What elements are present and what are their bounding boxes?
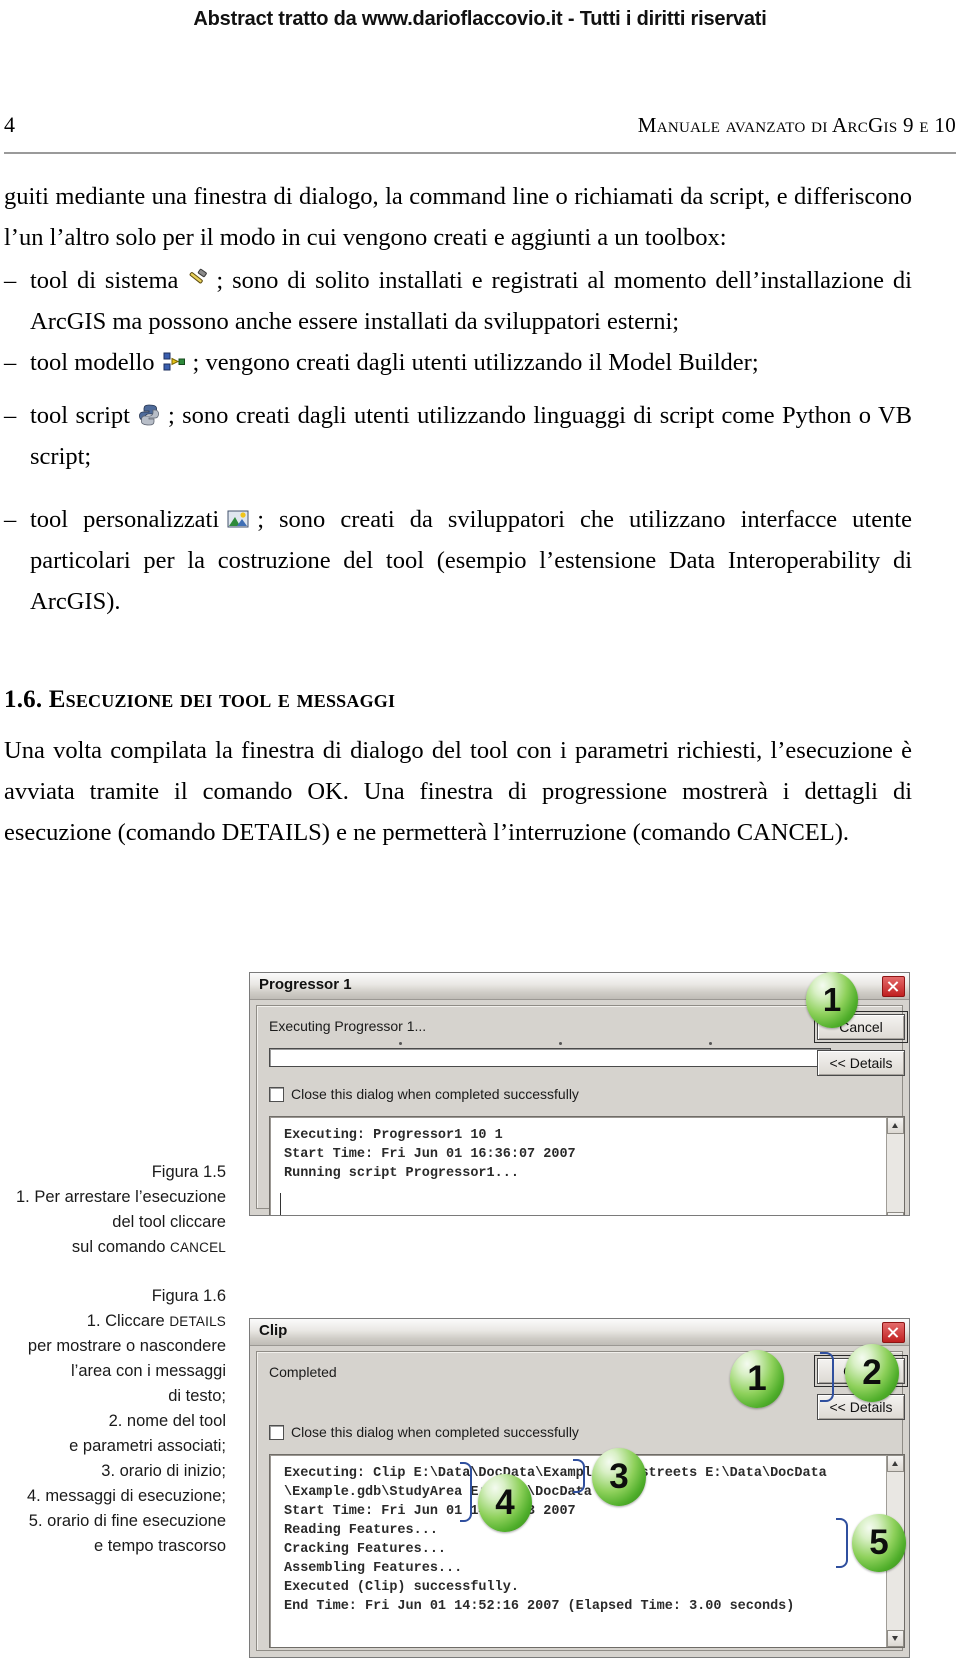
page-number: 4 <box>4 112 15 137</box>
bullet-dash: – <box>4 267 17 294</box>
message-log[interactable]: Executing: Clip E:\Data\DocData\Example.… <box>269 1454 905 1648</box>
figure-1-6-caption-line: 4. messaggi di esecuzione; <box>26 1487 226 1505</box>
list-item: – tool personalizzati; sono creati da sv… <box>4 499 912 622</box>
close-on-complete-checkbox[interactable] <box>269 1424 284 1440</box>
list-item: – tool script; sono creati dagli utenti … <box>4 395 912 477</box>
list-item: – tool modello ; vengono creati dagli ute… <box>4 342 912 383</box>
callout-marker-1: 1 <box>806 972 858 1028</box>
header-rule <box>4 152 956 154</box>
custom-tool-icon <box>225 506 251 532</box>
page-body: guiti mediante una finestra di dialogo, … <box>4 176 912 853</box>
figure-1-6-caption-line: e tempo trascorso <box>93 1537 226 1555</box>
running-title: Manuale avanzato di ArcGis 9 e 10 <box>637 113 956 137</box>
figure-1-6-caption-line: 1. Cliccare DETAILS <box>86 1312 226 1330</box>
callout-marker-4: 4 <box>478 1474 532 1532</box>
bullet-text-pre: tool personalizzati <box>30 506 220 533</box>
progress-bar <box>269 1048 831 1067</box>
figure-1-6-caption-line: 5. orario di fine esecuzione <box>28 1512 226 1530</box>
close-on-complete-checkbox[interactable] <box>269 1086 284 1102</box>
close-on-complete-checkbox-row[interactable]: Close this dialog when completed success… <box>269 1424 579 1440</box>
caption-smallcaps: CANCEL <box>170 1240 226 1255</box>
figure-1-6-caption-title: Figura 1.6 <box>151 1287 226 1305</box>
figure-1-6-caption-line: di testo; <box>168 1387 226 1405</box>
close-on-complete-label: Close this dialog when completed success… <box>291 1424 579 1440</box>
callout-leader-3 <box>573 1459 585 1493</box>
callout-marker-2: 2 <box>845 1344 899 1402</box>
bullet-text-pre: tool di sistema <box>30 267 179 294</box>
bullet-text-pre: tool modello <box>30 349 155 376</box>
section-paragraph: Una volta compilata la finestra di dialo… <box>4 737 912 846</box>
dialog-titlebar: Clip <box>250 1319 909 1346</box>
figure-1-6-caption-line: per mostrare o nascondere <box>27 1337 226 1355</box>
close-icon[interactable] <box>882 1322 905 1343</box>
details-button[interactable]: << Details <box>817 1050 905 1076</box>
message-log[interactable]: Executing: Progressor1 10 1 Start Time: … <box>269 1116 905 1215</box>
scroll-down-icon[interactable] <box>887 1630 904 1647</box>
bullet-dash: – <box>4 402 17 429</box>
callout-marker-3: 3 <box>592 1448 646 1506</box>
figure-1-6-caption-line: l’area con i messaggi <box>71 1362 226 1380</box>
bullet-text-pre: tool script <box>30 402 130 429</box>
figure-1-6-caption-line: e parametri associati; <box>69 1437 226 1455</box>
python-script-icon <box>136 402 162 428</box>
bullet-dash: – <box>4 506 17 533</box>
page-title: 1.6. Esecuzione dei tool e messaggi <box>4 686 912 714</box>
scroll-down-icon[interactable] <box>887 1212 904 1215</box>
details-button-label: << Details <box>829 1055 893 1071</box>
hammer-icon <box>184 267 210 293</box>
message-log-text: Executing: Progressor1 10 1 Start Time: … <box>284 1128 576 1181</box>
text-caret <box>280 1193 281 1215</box>
figure-1-5-caption: Figura 1.5 1. Per arrestare l’esecuzione… <box>0 1160 226 1260</box>
bullet-text-post: ; sono creati dagli utenti utilizzando l… <box>30 402 913 470</box>
log-scrollbar[interactable] <box>886 1117 904 1215</box>
figure-1-6-caption-line: 3. orario di inizio; <box>101 1462 226 1480</box>
callout-marker-5: 5 <box>852 1514 906 1572</box>
section-number: 1.6. <box>4 686 43 713</box>
copyright-watermark: Abstract tratto da www.darioflaccovio.it… <box>193 8 767 30</box>
close-on-complete-checkbox-row[interactable]: Close this dialog when completed success… <box>269 1086 579 1102</box>
model-builder-icon <box>161 349 187 375</box>
bullet-text-post: ; vengono creati dagli utenti utilizzand… <box>192 349 759 376</box>
details-button-label: << Details <box>829 1399 893 1415</box>
figure-1-6-caption: Figura 1.6 1. Cliccare DETAILS per mostr… <box>0 1284 226 1559</box>
status-text: Executing Progressor 1... <box>269 1018 427 1034</box>
section-title: Esecuzione dei tool e messaggi <box>48 686 396 713</box>
scroll-up-icon[interactable] <box>887 1117 904 1134</box>
dialog-body: Executing Progressor 1... Close this dia… <box>256 1005 908 1215</box>
dialog-title: Clip <box>259 1322 288 1339</box>
figure-1-5-caption-line: del tool cliccare <box>112 1213 226 1231</box>
status-text: Completed <box>269 1364 337 1380</box>
close-icon[interactable] <box>882 976 905 997</box>
figure-1-6-caption-line: 2. nome del tool <box>108 1412 226 1430</box>
dialog-body: Completed Close this dialog when complet… <box>256 1351 908 1651</box>
figure-1-5-caption-title: Figura 1.5 <box>151 1163 226 1181</box>
dialog-title: Progressor 1 <box>259 976 352 993</box>
list-item: – tool di sistema; sono di solito instal… <box>4 260 912 342</box>
scroll-up-icon[interactable] <box>887 1455 904 1472</box>
figure-1-5-caption-line: sul comando CANCEL <box>71 1238 226 1256</box>
callout-marker-1: 1 <box>730 1350 784 1408</box>
callout-leader-5 <box>836 1518 848 1568</box>
bullet-dash: – <box>4 349 17 376</box>
intro-paragraph: guiti mediante una finestra di dialogo, … <box>4 183 912 251</box>
callout-leader-2 <box>820 1352 834 1402</box>
callout-leader-4 <box>460 1462 472 1522</box>
close-on-complete-label: Close this dialog when completed success… <box>291 1086 579 1102</box>
figure-1-5-caption-line: 1. Per arrestare l’esecuzione <box>15 1188 226 1206</box>
page-header: 4 Manuale avanzato di ArcGis 9 e 10 <box>0 112 960 146</box>
